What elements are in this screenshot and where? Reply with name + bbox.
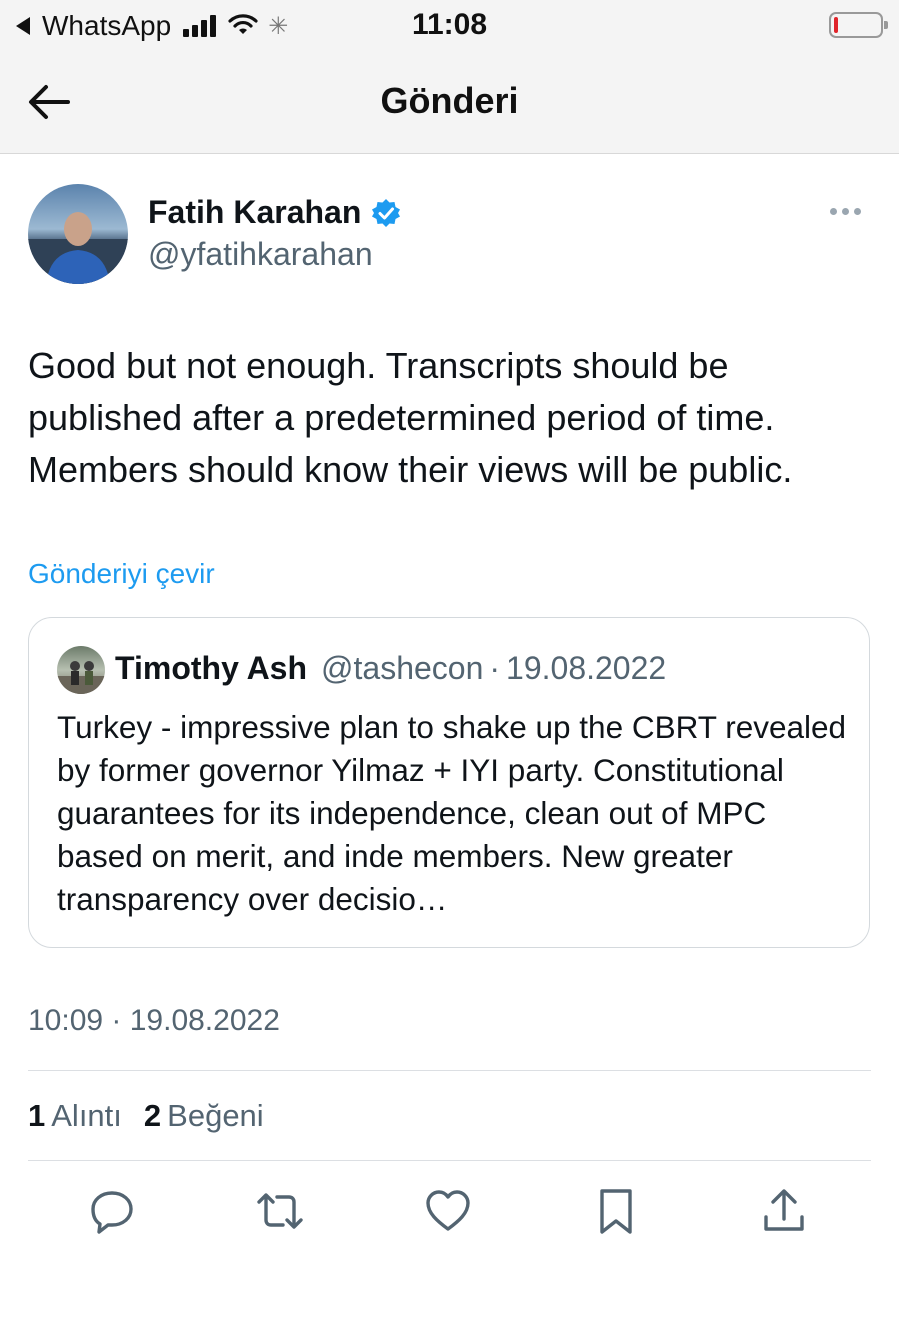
more-options-button[interactable]	[826, 200, 865, 223]
quoted-author-avatar	[57, 646, 105, 694]
loading-icon: ✳	[268, 12, 289, 40]
quoted-tweet-text: Turkey - impressive plan to shake up the…	[57, 709, 847, 917]
status-bar: WhatsApp ✳ 11:08	[0, 0, 899, 52]
likes-count: 2	[143, 1098, 162, 1133]
share-button[interactable]	[759, 1186, 809, 1236]
like-icon	[426, 1190, 470, 1231]
quoted-tweet-card[interactable]: Timothy Ash @tashecon · 19.08.2022 Turke…	[28, 617, 870, 948]
tweet-timestamp: 10:09 · 19.08.2022	[28, 1004, 280, 1037]
page-header: Gönderi	[0, 52, 899, 154]
battery-icon	[829, 12, 888, 38]
tweet-stats: 1 Alıntı 2 Beğeni	[28, 1098, 264, 1134]
more-icon	[830, 208, 861, 215]
bookmark-icon	[600, 1189, 632, 1234]
like-button[interactable]	[423, 1186, 473, 1236]
back-to-app-link[interactable]: WhatsApp ✳	[16, 10, 288, 42]
retweet-icon	[257, 1193, 303, 1229]
quotes-count: 1	[28, 1098, 46, 1133]
back-app-label: WhatsApp	[42, 10, 172, 41]
retweet-button[interactable]	[255, 1186, 305, 1236]
author-name[interactable]: Fatih Karahan	[148, 194, 361, 231]
author-avatar[interactable]	[28, 184, 128, 284]
quotes-stat[interactable]: 1 Alıntı	[28, 1098, 122, 1134]
likes-stat[interactable]: 2 Beğeni	[144, 1098, 264, 1134]
verified-badge-icon	[372, 198, 401, 227]
back-button[interactable]	[26, 82, 72, 122]
translate-link[interactable]: Gönderiyi çevir	[28, 558, 215, 590]
quoted-author-name: Timothy Ash	[115, 650, 308, 686]
quoted-tweet-header: Timothy Ash @tashecon · 19.08.2022	[115, 650, 666, 687]
divider	[28, 1160, 871, 1161]
wifi-icon	[228, 10, 258, 42]
reply-icon	[91, 1191, 133, 1234]
back-triangle-icon	[16, 17, 30, 35]
quotes-label: Alıntı	[51, 1098, 122, 1133]
author-handle[interactable]: @yfatihkarahan	[148, 236, 373, 273]
likes-label: Beğeni	[167, 1098, 264, 1133]
reply-button[interactable]	[87, 1186, 137, 1236]
divider	[28, 1070, 871, 1071]
arrow-left-icon	[29, 85, 70, 119]
avatar-photo	[28, 212, 128, 284]
bookmark-button[interactable]	[591, 1186, 641, 1236]
tweet-text: Good but not enough. Transcripts should …	[28, 345, 793, 490]
share-icon	[764, 1189, 804, 1231]
quoted-date: 19.08.2022	[506, 650, 667, 686]
quoted-separator: ·	[489, 650, 501, 686]
page-title: Gönderi	[380, 80, 519, 121]
quoted-author-handle: @tashecon	[321, 650, 484, 686]
signal-icon	[183, 15, 217, 37]
author-name-row: Fatih Karahan	[148, 194, 401, 231]
